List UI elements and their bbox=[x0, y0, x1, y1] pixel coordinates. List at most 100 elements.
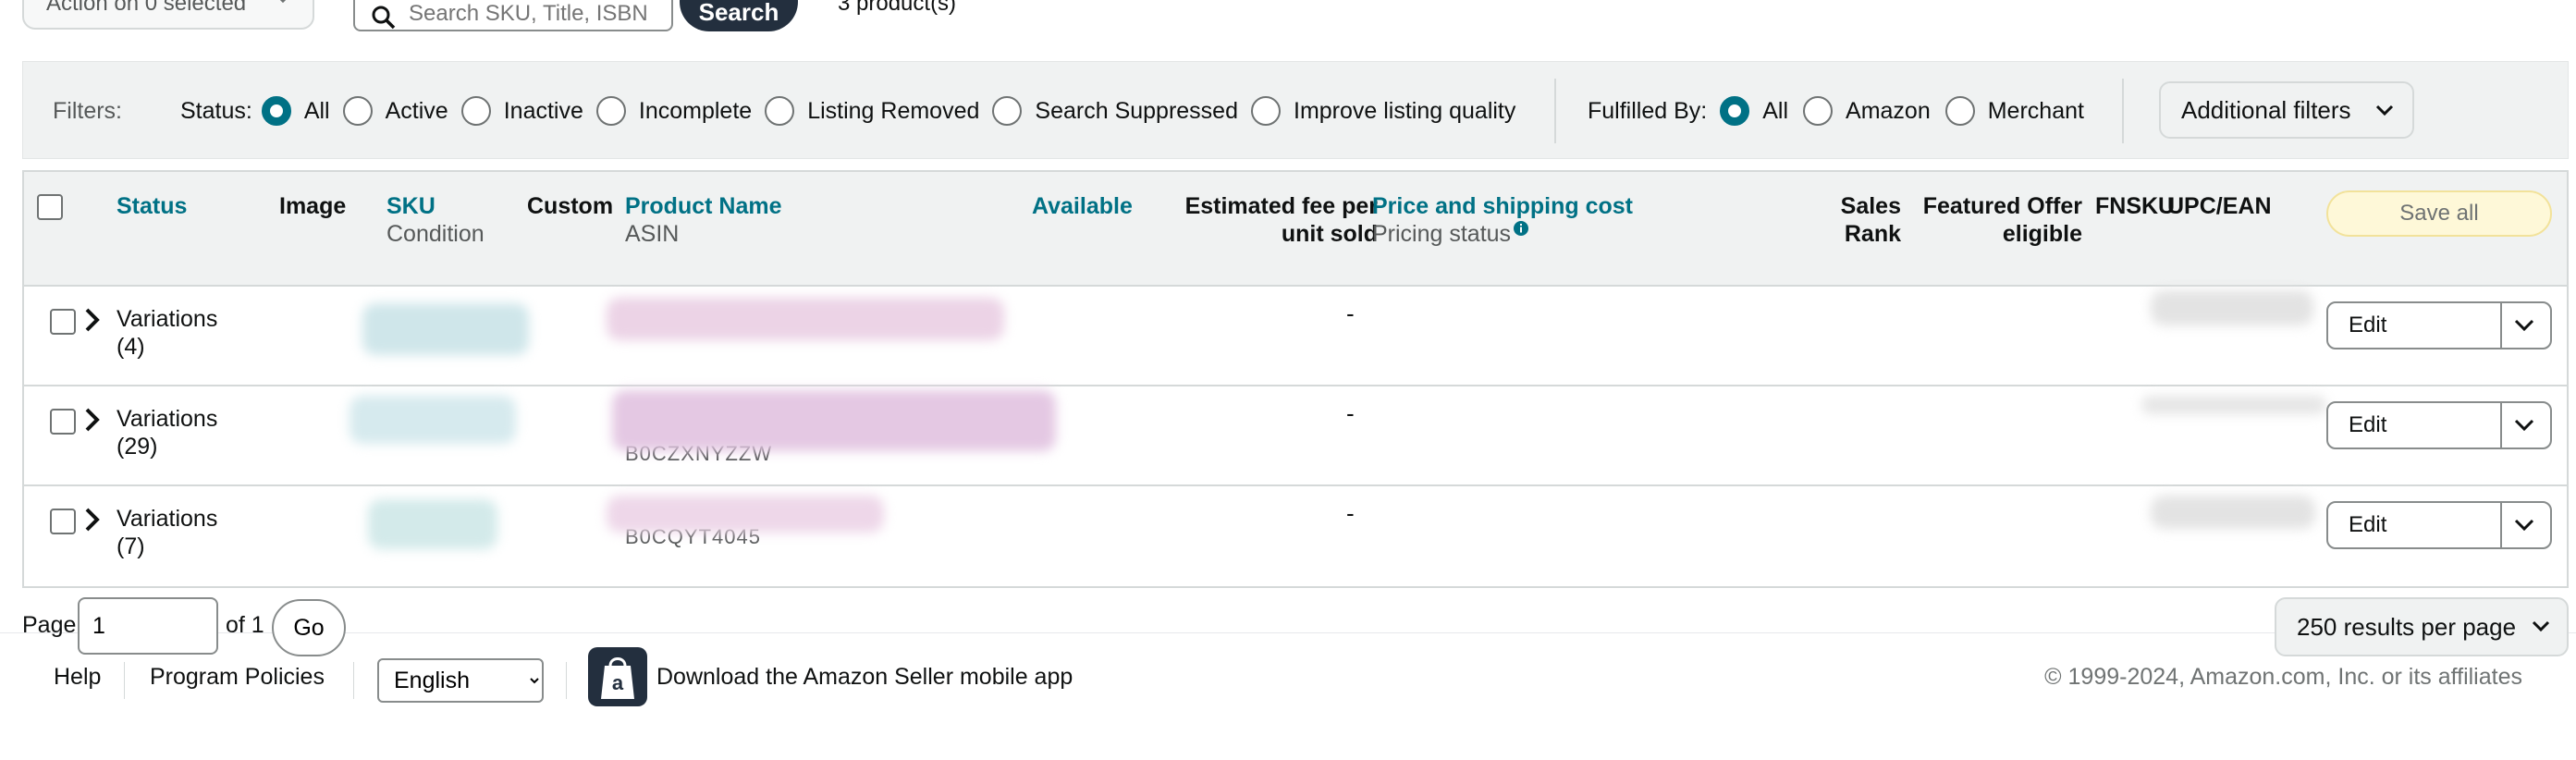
save-all-button[interactable]: Save all bbox=[2326, 190, 2552, 237]
radio-icon[interactable] bbox=[765, 96, 795, 126]
fulfilled-filter-group: Fulfilled By: All Amazon Merchant bbox=[1588, 62, 2084, 160]
fulfilled-option-merchant[interactable]: Merchant bbox=[1944, 96, 2084, 126]
chevron-right-icon[interactable] bbox=[83, 407, 102, 433]
filter-divider bbox=[2122, 79, 2124, 143]
edit-button[interactable]: Edit bbox=[2328, 303, 2500, 348]
search-input[interactable] bbox=[407, 0, 666, 28]
search-icon bbox=[372, 6, 396, 30]
header-status[interactable]: Status bbox=[117, 192, 187, 220]
chevron-down-icon bbox=[2532, 620, 2550, 632]
page-footer: Help Program Policies English a Download… bbox=[0, 647, 2576, 712]
status-option-inactive[interactable]: Inactive bbox=[460, 96, 596, 126]
upc-redacted bbox=[2151, 290, 2313, 325]
product-name-redacted bbox=[607, 496, 884, 533]
shopping-tag-icon: a bbox=[601, 657, 634, 699]
row-checkbox[interactable] bbox=[50, 409, 76, 435]
sku-redacted bbox=[362, 303, 529, 355]
filter-divider bbox=[1554, 79, 1556, 143]
radio-icon[interactable] bbox=[595, 96, 626, 126]
chevron-down-icon bbox=[2375, 104, 2394, 116]
status-option-search-suppressed[interactable]: Search Suppressed bbox=[992, 96, 1251, 126]
status-option-all[interactable]: All bbox=[261, 96, 343, 126]
header-estimated-fee: Estimated fee per unit sold bbox=[1184, 193, 1378, 247]
product-name-redacted bbox=[612, 390, 1056, 451]
status-option-incomplete[interactable]: Incomplete bbox=[595, 96, 765, 126]
upc-redacted bbox=[2141, 396, 2326, 414]
copyright-text: © 1999-2024, Amazon.com, Inc. or its aff… bbox=[2044, 664, 2522, 690]
edit-button[interactable]: Edit bbox=[2328, 403, 2500, 447]
chevron-down-icon[interactable] bbox=[2513, 518, 2535, 533]
inventory-table: Status Image SKU Condition Custom Produc… bbox=[22, 170, 2569, 588]
chevron-down-icon[interactable] bbox=[2513, 318, 2535, 333]
search-box[interactable] bbox=[353, 0, 673, 31]
edit-button[interactable]: Edit bbox=[2328, 503, 2500, 547]
radio-icon[interactable] bbox=[1944, 96, 1975, 126]
edit-divider bbox=[2500, 403, 2502, 447]
table-row: Variations (4) - Edit bbox=[24, 288, 2567, 386]
row-status: Variations (29) bbox=[117, 406, 218, 460]
product-name-redacted bbox=[607, 298, 1004, 340]
status-option-listing-removed[interactable]: Listing Removed bbox=[765, 96, 992, 126]
row-estimated-fee: - bbox=[1346, 399, 1355, 427]
help-link[interactable]: Help bbox=[54, 664, 101, 691]
radio-icon[interactable] bbox=[1803, 96, 1834, 126]
footer-divider bbox=[0, 632, 2576, 633]
results-per-page-label: 250 results per page bbox=[2297, 612, 2517, 641]
filter-bar: Filters: Status: All Active Inactive Inc… bbox=[22, 61, 2569, 159]
header-price[interactable]: Price and shipping cost Pricing status bbox=[1372, 192, 1633, 248]
header-featured-offer: Featured Offer eligible bbox=[1922, 193, 2082, 247]
amazon-seller-app-icon[interactable]: a bbox=[588, 647, 647, 706]
row-checkbox[interactable] bbox=[50, 309, 76, 335]
sku-redacted bbox=[350, 396, 516, 444]
status-option-improve-listing-quality[interactable]: Improve listing quality bbox=[1251, 96, 1515, 126]
select-all-checkbox[interactable] bbox=[37, 194, 63, 220]
info-icon[interactable] bbox=[1513, 220, 1529, 237]
header-sales-rank: Sales Rank bbox=[1840, 193, 1901, 247]
edit-divider bbox=[2500, 303, 2502, 348]
download-app-link[interactable]: Download the Amazon Seller mobile app bbox=[656, 664, 1073, 691]
row-checkbox[interactable] bbox=[50, 509, 76, 534]
edit-button-group: Edit bbox=[2326, 301, 2552, 349]
fulfilled-option-amazon[interactable]: Amazon bbox=[1803, 96, 1945, 126]
page-label: Page bbox=[22, 612, 77, 638]
edit-button-group: Edit bbox=[2326, 501, 2552, 549]
chevron-down-icon[interactable] bbox=[2513, 418, 2535, 433]
bulk-action-label: Action on 0 selected bbox=[46, 0, 247, 16]
additional-filters-button[interactable]: Additional filters bbox=[2159, 81, 2414, 139]
chevron-down-icon bbox=[279, 0, 287, 4]
status-option-active[interactable]: Active bbox=[342, 96, 461, 126]
fulfilled-option-all[interactable]: All bbox=[1720, 96, 1803, 126]
page-number-input[interactable] bbox=[78, 597, 218, 655]
radio-icon[interactable] bbox=[342, 96, 373, 126]
row-estimated-fee: - bbox=[1346, 499, 1355, 527]
header-image: Image bbox=[279, 193, 347, 219]
radio-icon[interactable] bbox=[1251, 96, 1281, 126]
product-count: 3 product(s) bbox=[838, 0, 957, 16]
program-policies-link[interactable]: Program Policies bbox=[150, 664, 325, 691]
table-row: Variations (29) B0CZXNYZZW - Edit bbox=[24, 388, 2567, 486]
radio-selected-icon[interactable] bbox=[1720, 96, 1750, 126]
chevron-right-icon[interactable] bbox=[83, 307, 102, 333]
header-sku[interactable]: SKU Condition bbox=[386, 192, 485, 248]
row-status: Variations (7) bbox=[117, 506, 218, 559]
radio-selected-icon[interactable] bbox=[261, 96, 291, 126]
additional-filters-label: Additional filters bbox=[2181, 95, 2351, 124]
row-estimated-fee: - bbox=[1346, 300, 1355, 327]
bulk-action-dropdown[interactable]: Action on 0 selected bbox=[22, 0, 314, 30]
language-select[interactable]: English bbox=[377, 658, 544, 703]
chevron-right-icon[interactable] bbox=[83, 507, 102, 533]
search-button[interactable]: Search bbox=[680, 0, 798, 31]
radio-icon[interactable] bbox=[460, 96, 491, 126]
filters-label: Filters: bbox=[53, 97, 122, 124]
fulfilled-filter-label: Fulfilled By: bbox=[1588, 97, 1708, 124]
header-upc-ean: UPC/EAN bbox=[2167, 193, 2272, 219]
svg-text:a: a bbox=[612, 671, 624, 694]
table-header: Status Image SKU Condition Custom Produc… bbox=[24, 172, 2567, 287]
header-available[interactable]: Available bbox=[1032, 192, 1133, 220]
table-row: Variations (7) B0CQYT4045 - Edit bbox=[24, 488, 2567, 586]
footer-separator bbox=[353, 662, 354, 699]
header-custom: Custom bbox=[527, 193, 614, 219]
header-product-name[interactable]: Product Name ASIN bbox=[625, 192, 781, 248]
radio-icon[interactable] bbox=[992, 96, 1023, 126]
status-filter-group: Status: All Active Inactive Incomplete L… bbox=[180, 62, 1515, 160]
